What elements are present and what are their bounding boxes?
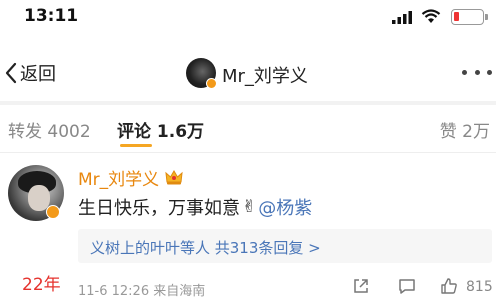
comment-text: 生日快乐，万事如意 ✌ @杨紫 [78,194,312,220]
like-icon[interactable] [440,277,458,295]
back-chevron-icon [5,62,17,84]
replies-text: 义树上的叶叶等人 共313条回复 > [90,239,321,257]
battery-icon [451,9,484,25]
tab-repost[interactable]: 转发 4002 [8,117,91,142]
mention-link[interactable]: @杨紫 [258,194,312,220]
like-count: 815 [466,279,493,295]
battery-cap [485,14,488,20]
nav-bar: 返回 Mr_刘学义 [0,50,496,94]
tab-like[interactable]: 赞 2万 [440,117,490,142]
author-name[interactable]: Mr_刘学义 [78,165,159,190]
status-time: 13:11 [24,6,79,26]
year-label: 22年 [22,275,61,295]
signal-icon [392,11,412,24]
tab-indicator [120,144,152,147]
section-separator [0,101,496,105]
verified-badge [206,78,217,89]
crown-icon [165,170,183,185]
tabs: 转发 4002 评论 1.6万 赞 2万 [0,106,496,148]
wifi-icon [421,9,441,23]
victory-hand-icon: ✌ [242,197,257,217]
comment-icon[interactable] [398,277,416,295]
replies-box[interactable]: 义树上的叶叶等人 共313条回复 > [78,229,492,263]
back-button[interactable]: 返回 [4,58,56,88]
comment-item: Mr_刘学义 生日快乐，万事如意 ✌ @杨紫 义树上的叶叶等人 共313条回复 … [0,153,496,304]
share-icon[interactable] [352,277,370,295]
comment-meta: 11-6 12:26 来自海南 [78,284,206,299]
nav-title: Mr_刘学义 [222,66,308,87]
author-row: Mr_刘学义 [78,165,183,190]
more-icon[interactable] [462,70,492,78]
back-label: 返回 [20,64,56,85]
comment-body: 生日快乐，万事如意 [78,198,240,219]
verified-badge [46,205,60,219]
status-bar: 13:11 [0,0,496,36]
tab-comment[interactable]: 评论 1.6万 [117,117,204,142]
